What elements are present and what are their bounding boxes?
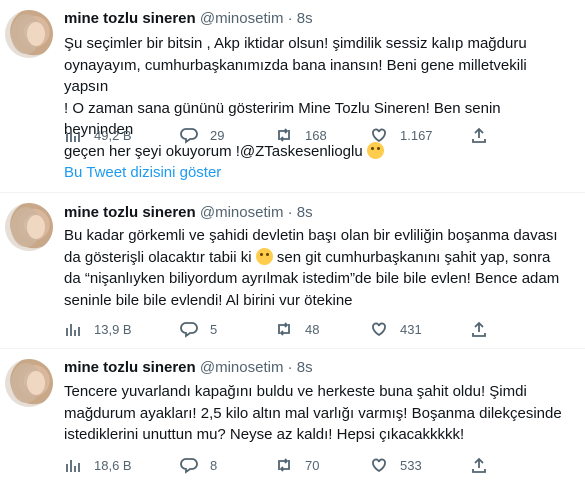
tweet-header: mine tozlu sineren @minosetim · 8s (64, 203, 313, 223)
tweet-3[interactable]: mine tozlu sineren @minosetim · 8s Tence… (0, 349, 585, 491)
retweet-action[interactable]: 70 (275, 455, 319, 475)
action-bar: 49,2 B 29 168 1.167 (64, 125, 579, 145)
like-action[interactable]: 431 (370, 319, 422, 339)
like-count: 1.167 (400, 127, 433, 143)
analytics-icon (66, 324, 80, 336)
share-action[interactable] (470, 319, 488, 339)
tweet-header: mine tozlu sineren @minosetim · 8s (64, 9, 313, 29)
reply-action[interactable]: 29 (180, 125, 224, 145)
display-name[interactable]: mine tozlu sineren (64, 204, 196, 221)
reply-count: 29 (210, 127, 225, 143)
reply-count: 5 (210, 321, 218, 337)
separator-dot: · (287, 10, 293, 27)
timestamp[interactable]: 8s (297, 10, 313, 27)
retweet-count: 48 (305, 321, 320, 337)
show-thread-link[interactable]: Bu Tweet dizisini göster (64, 163, 221, 183)
timestamp[interactable]: 8s (297, 204, 313, 221)
reply-count: 8 (210, 457, 218, 473)
reply-icon (180, 458, 198, 474)
retweet-icon (278, 322, 290, 336)
action-bar: 13,9 B 5 48 431 (64, 319, 579, 339)
timestamp[interactable]: 8s (297, 359, 313, 376)
analytics-icon (66, 460, 80, 472)
like-count: 533 (400, 457, 422, 473)
share-icon (472, 127, 486, 143)
views-action[interactable]: 49,2 B (64, 125, 132, 145)
separator-dot: · (287, 204, 293, 221)
share-action[interactable] (470, 455, 488, 475)
views-action[interactable]: 13,9 B (64, 319, 132, 339)
tweet-header: mine tozlu sineren @minosetim · 8s (64, 358, 313, 378)
avatar[interactable] (5, 10, 53, 58)
handle[interactable]: @minosetim (200, 10, 284, 27)
avatar[interactable] (5, 359, 53, 407)
tweet-text: Bu kadar görkemli ve şahidi devletin baş… (64, 225, 569, 311)
display-name[interactable]: mine tozlu sineren (64, 10, 196, 27)
reply-action[interactable]: 5 (180, 319, 217, 339)
heart-icon (372, 322, 386, 337)
retweet-icon (278, 128, 290, 142)
reply-icon (180, 322, 198, 338)
tweet-text: Tencere yuvarlandı kapağını buldu ve her… (64, 383, 562, 443)
avatar[interactable] (5, 203, 53, 251)
retweet-count: 70 (305, 457, 320, 473)
like-action[interactable]: 1.167 (370, 125, 433, 145)
retweet-icon (278, 458, 290, 472)
views-action[interactable]: 18,6 B (64, 455, 132, 475)
display-name[interactable]: mine tozlu sineren (64, 359, 196, 376)
tweet-2[interactable]: mine tozlu sineren @minosetim · 8s Bu ka… (0, 193, 585, 343)
rolling-eyes-emoji-icon (255, 247, 273, 265)
views-count: 13,9 B (94, 321, 132, 337)
heart-icon (372, 128, 386, 143)
share-icon (472, 457, 486, 473)
like-action[interactable]: 533 (370, 455, 422, 475)
analytics-icon (66, 130, 80, 142)
handle[interactable]: @minosetim (200, 359, 284, 376)
reply-action[interactable]: 8 (180, 455, 217, 475)
share-action[interactable] (470, 125, 488, 145)
tweet-1[interactable]: mine tozlu sineren @minosetim · 8s Şu se… (0, 0, 585, 160)
like-count: 431 (400, 321, 422, 337)
views-count: 18,6 B (94, 457, 132, 473)
retweet-action[interactable]: 48 (275, 319, 319, 339)
separator-dot: · (287, 359, 293, 376)
handle[interactable]: @minosetim (200, 204, 284, 221)
views-count: 49,2 B (94, 127, 132, 143)
retweet-action[interactable]: 168 (275, 125, 327, 145)
retweet-count: 168 (305, 127, 327, 143)
share-icon (472, 321, 486, 337)
heart-icon (372, 458, 386, 473)
action-bar: 18,6 B 8 70 533 (64, 455, 579, 475)
reply-icon (180, 128, 198, 144)
